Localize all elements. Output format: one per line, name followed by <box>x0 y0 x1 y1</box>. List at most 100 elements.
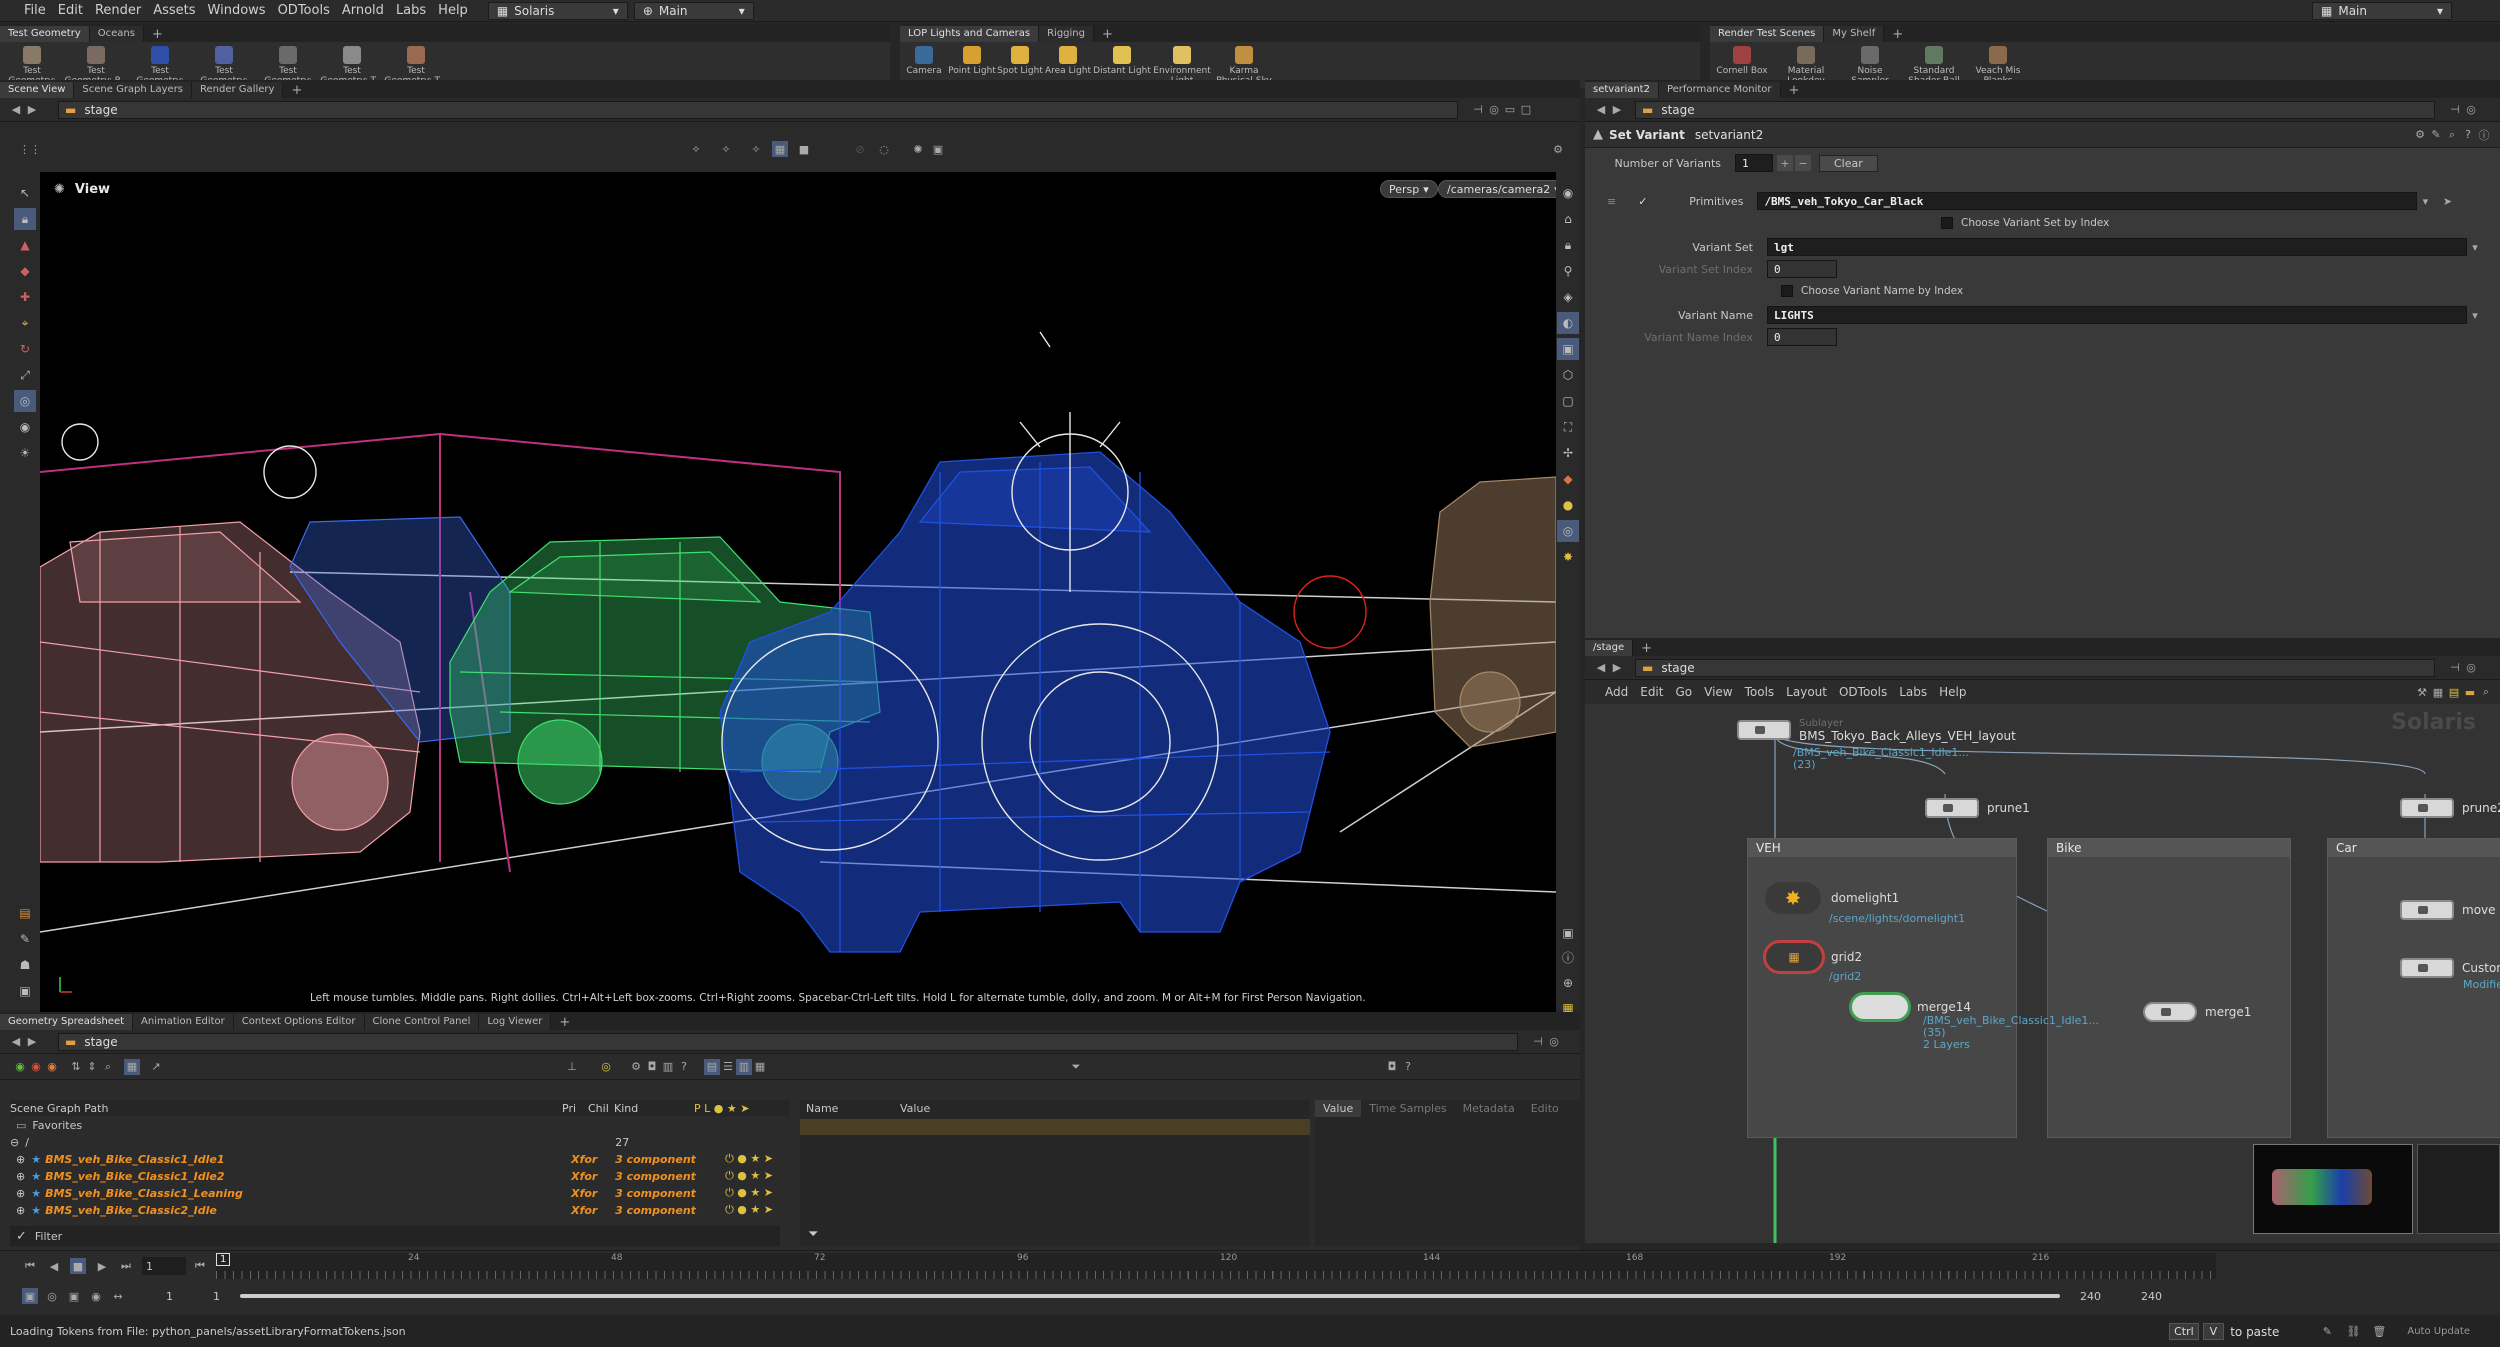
search-icon[interactable]: ⌕ <box>2444 127 2460 143</box>
pin-icon[interactable]: ⚲ <box>1557 260 1579 282</box>
row-flag-icons[interactable]: ⏻ ● ★ ➤ <box>725 1152 773 1166</box>
wire-icon[interactable]: ⬡ <box>1557 364 1579 386</box>
add-tab-icon[interactable]: + <box>1633 641 1660 656</box>
gear-icon[interactable]: ⚙ <box>628 1059 644 1075</box>
filter-orange-icon[interactable]: ◉ <box>44 1059 60 1075</box>
timeline-ruler[interactable]: 1 24 48 72 96 120 144 168 192 216 <box>216 1253 2216 1279</box>
menu-help[interactable]: Help <box>432 3 474 18</box>
tab-rigging[interactable]: Rigging <box>1039 26 1094 42</box>
grid-icon[interactable]: ▦ <box>752 1059 768 1075</box>
color-icon[interactable]: ◆ <box>1557 468 1579 490</box>
menu-help[interactable]: Help <box>1939 685 1966 699</box>
add-shelf-icon[interactable]: + <box>1884 27 1911 42</box>
globe-icon[interactable]: ◎ <box>1557 520 1579 542</box>
link-icon[interactable]: ◎ <box>1546 1034 1562 1050</box>
back-icon[interactable]: ◀ <box>1593 660 1609 676</box>
right-desktop-select[interactable]: ▦ Main ▾ <box>2312 1 2452 20</box>
list-icon[interactable]: ▤ <box>704 1058 720 1075</box>
list2-icon[interactable]: ☰ <box>720 1059 736 1075</box>
funnel-icon[interactable]: ⏷ <box>1068 1059 1084 1075</box>
camera-view-icon[interactable]: ⛶ <box>1557 416 1579 438</box>
check-icon[interactable]: ✓ <box>16 1229 27 1244</box>
choose-set-index-checkbox[interactable] <box>1941 217 1953 229</box>
add-tab-icon[interactable]: + <box>551 1015 578 1030</box>
add-shelf-icon[interactable]: + <box>1094 27 1121 42</box>
end-frame[interactable]: 240 <box>2080 1290 2101 1303</box>
node-merge-bike[interactable]: merge1 <box>2143 1002 2251 1022</box>
tree-row[interactable]: ⊕ ★ BMS_veh_Bike_Classic1_Leaning Xfor 3 … <box>10 1185 790 1202</box>
render-thumbnail-2[interactable] <box>2417 1144 2500 1234</box>
node-custom[interactable]: Custom_ <box>2400 958 2500 978</box>
grid-menu-icon[interactable]: ⋮⋮ <box>19 141 41 157</box>
choose-name-index-checkbox[interactable] <box>1781 285 1793 297</box>
realtime-icon[interactable]: ▣ <box>66 1288 82 1304</box>
link-icon[interactable]: ◎ <box>2463 660 2479 676</box>
help2-icon[interactable]: ? <box>1400 1059 1416 1075</box>
tool-distant-light[interactable]: Distant Light <box>1092 46 1152 76</box>
help-icon[interactable]: ? <box>2460 127 2476 143</box>
tool-area-light[interactable]: Area Light <box>1044 46 1092 76</box>
tab-lop-lights[interactable]: LOP Lights and Cameras <box>900 26 1040 42</box>
light-tool-icon[interactable]: ☀ <box>14 442 36 464</box>
forward-icon[interactable]: ▶ <box>1609 660 1625 676</box>
wrench-icon[interactable]: ⚒ <box>2414 684 2430 700</box>
globe-icon[interactable]: ◎ <box>598 1059 614 1075</box>
tree-row[interactable]: ⊕ ★ BMS_veh_Bike_Classic2_Idle Xfor 3 com… <box>10 1202 790 1219</box>
network-view-icon[interactable]: ▦ <box>2430 684 2446 700</box>
variant-name-field[interactable]: LIGHTS <box>1767 306 2467 324</box>
menu-labs[interactable]: Labs <box>390 3 432 18</box>
settings-icon[interactable]: ⚙ <box>1550 141 1566 157</box>
handle-tool-icon[interactable]: ⌖ <box>14 312 36 334</box>
viewport[interactable]: ✺View Persp▾ /cameras/camera2▾ <box>40 172 1556 1012</box>
info-icon[interactable]: ⓘ <box>2476 127 2492 143</box>
funnel-icon[interactable]: ⏷ <box>808 1227 818 1242</box>
tab-clone-control[interactable]: Clone Control Panel <box>364 1014 480 1030</box>
range-icon[interactable]: ↔ <box>110 1288 126 1304</box>
back-icon[interactable]: ◀ <box>8 102 24 118</box>
tab-scene-view[interactable]: Scene View <box>0 82 75 98</box>
filter-red-icon[interactable]: ◉ <box>28 1059 44 1075</box>
lock-tool-icon[interactable]: 🔒︎ <box>14 208 36 230</box>
view-tool-icon[interactable]: ◎ <box>14 390 36 412</box>
expand-icon[interactable]: ⇅ <box>68 1059 84 1075</box>
person-tool-icon[interactable]: ☗ <box>14 954 36 976</box>
network-path[interactable]: ▬ stage <box>1635 658 2435 677</box>
tab-geometry-spreadsheet[interactable]: Geometry Spreadsheet <box>0 1014 134 1030</box>
add-shelf-icon[interactable]: + <box>144 27 171 42</box>
tab-setvariant2[interactable]: setvariant2 <box>1585 82 1659 98</box>
chevron-down-icon[interactable]: ▾ <box>2467 239 2483 255</box>
menu-add[interactable]: Add <box>1605 685 1628 699</box>
trash-icon[interactable]: 🗑︎ <box>2371 1324 2387 1340</box>
link-icon[interactable]: ◎ <box>1486 102 1502 118</box>
tab-metadata[interactable]: Metadata <box>1455 1100 1523 1117</box>
camera-tool-icon[interactable]: ◉ <box>14 416 36 438</box>
tab-stage[interactable]: /stage <box>1585 640 1634 656</box>
layer-tool-icon[interactable]: ▤ <box>14 902 36 924</box>
pin-icon[interactable]: ⊣ <box>1530 1034 1546 1050</box>
node-sublayer[interactable]: Sublayer BMS_Tokyo_Back_Alleys_VEH_layou… <box>1737 718 2016 742</box>
lock-icon[interactable]: 🔒︎ <box>1557 234 1579 256</box>
frame-field[interactable]: 1 <box>142 1257 186 1275</box>
arrow-icon[interactable]: ↗ <box>148 1059 164 1075</box>
auto-update-label[interactable]: Auto Update <box>2407 1326 2470 1337</box>
crosshair-icon[interactable]: ⊕ <box>1557 972 1579 993</box>
pin-icon[interactable]: ⊣ <box>1470 102 1486 118</box>
collapse-icon[interactable]: ⊖ <box>10 1136 19 1149</box>
pin-icon[interactable]: ⊣ <box>2447 102 2463 118</box>
tab-my-shelf[interactable]: My Shelf <box>1824 26 1885 42</box>
clear-button[interactable]: Clear <box>1819 154 1878 172</box>
node-domelight1[interactable]: ✸ domelight1 <box>1765 882 1899 914</box>
light-bulb-icon[interactable]: ✸ <box>1557 546 1579 568</box>
sticky-icon[interactable]: ▤ <box>2446 684 2462 700</box>
menu-tools[interactable]: Tools <box>1745 685 1775 699</box>
tab-value[interactable]: Value <box>1315 1100 1362 1117</box>
step-back-icon[interactable]: ◀ <box>46 1258 62 1274</box>
tree-root[interactable]: ⊖/27 <box>10 1134 790 1151</box>
tab-context-options[interactable]: Context Options Editor <box>233 1014 365 1030</box>
tree-row[interactable]: ⊕ ★ BMS_veh_Bike_Classic1_Idle2 Xfor 3 co… <box>10 1168 790 1185</box>
link-icon[interactable]: ◎ <box>2463 102 2479 118</box>
layout-icon[interactable]: ▥ <box>660 1059 676 1075</box>
light-view-icon[interactable]: ◐ <box>1557 312 1579 334</box>
skip-start-icon[interactable]: ⏮ <box>22 1258 38 1274</box>
split-icon[interactable]: ▭ <box>1502 102 1518 118</box>
